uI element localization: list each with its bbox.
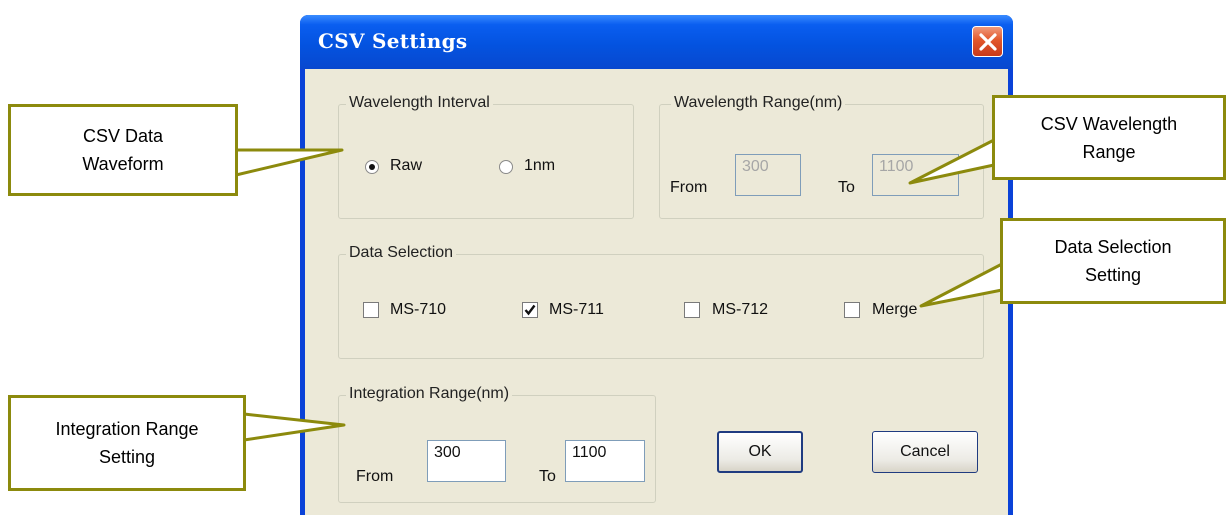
callout-line: Integration Range: [55, 419, 199, 439]
callout-integration-range-setting: Integration Range Setting: [8, 395, 246, 491]
callout-line: Data Selection: [1054, 237, 1172, 257]
callout-pointer-csv-data-waveform: [234, 148, 344, 177]
callout-pointer-integration-range-setting: [242, 412, 346, 442]
callout-line: CSV Wavelength: [1040, 113, 1178, 134]
callout-line: Waveform: [82, 154, 164, 174]
callout-csv-wavelength-range: CSV Wavelength Range: [992, 95, 1226, 180]
callout-pointer-csv-wavelength-range: [908, 138, 996, 185]
callout-data-selection-setting: Data Selection Setting: [1000, 218, 1226, 304]
callout-line: Range: [1082, 141, 1136, 162]
callout-csv-data-waveform: CSV Data Waveform: [8, 104, 238, 196]
callout-pointer-data-selection-setting: [919, 262, 1004, 308]
callout-line: CSV Data: [82, 126, 164, 146]
callout-line: Setting: [98, 447, 156, 467]
callout-line: Setting: [1084, 265, 1142, 285]
